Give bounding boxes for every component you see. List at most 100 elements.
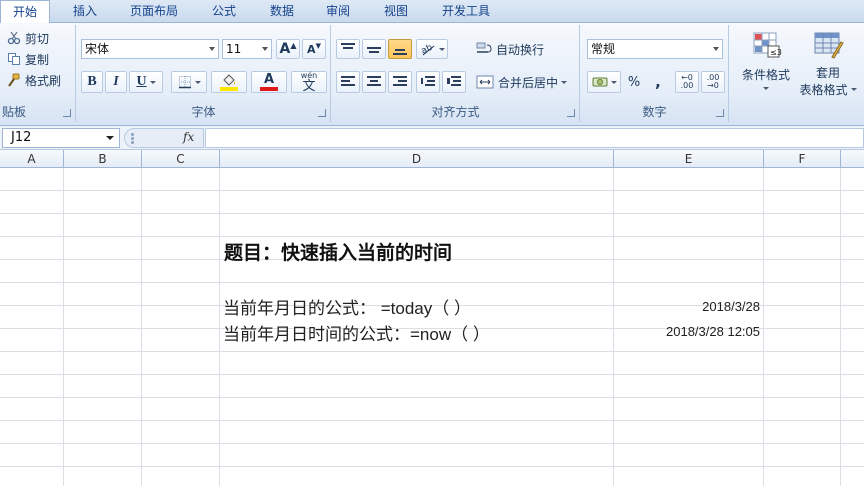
chevron-down-icon bbox=[438, 47, 445, 51]
table-format-label-2: 表格格式 bbox=[799, 83, 848, 97]
formula-input[interactable] bbox=[205, 128, 864, 148]
align-middle-button[interactable] bbox=[362, 39, 386, 59]
tab-data[interactable]: 数据 bbox=[258, 0, 306, 23]
today-value-cell[interactable]: 2018/3/28 bbox=[702, 299, 760, 314]
bold-button[interactable]: B bbox=[81, 71, 103, 93]
align-center-button[interactable] bbox=[362, 71, 386, 93]
number-dialog-launcher-icon[interactable] bbox=[716, 109, 724, 117]
bold-label: B bbox=[87, 74, 97, 89]
column-header-d[interactable]: D bbox=[220, 150, 614, 168]
chevron-down-icon bbox=[262, 47, 268, 51]
wrap-text-button[interactable]: 自动换行 bbox=[472, 39, 548, 59]
column-header-a[interactable]: A bbox=[0, 150, 64, 168]
now-value-cell[interactable]: 2018/3/28 12:05 bbox=[666, 324, 760, 339]
shrink-font-button[interactable]: A ▼ bbox=[302, 39, 326, 59]
decrease-decimal-button[interactable]: .00 →0 bbox=[701, 71, 725, 93]
orientation-button[interactable]: ab bbox=[416, 39, 448, 59]
percent-style-button[interactable]: % bbox=[623, 71, 645, 93]
cut-button[interactable]: 剪切 bbox=[4, 29, 52, 47]
chevron-down-icon bbox=[713, 47, 719, 51]
percent-label: % bbox=[627, 74, 641, 90]
svg-text:≤3: ≤3 bbox=[770, 48, 782, 57]
alignment-dialog-launcher-icon[interactable] bbox=[567, 109, 575, 117]
conditional-format-label: 条件格式 bbox=[741, 68, 790, 82]
accounting-format-button[interactable] bbox=[587, 71, 621, 93]
format-as-table-button[interactable]: 套用 表格格式 bbox=[792, 29, 864, 99]
font-dialog-launcher-icon[interactable] bbox=[318, 109, 326, 117]
column-header-e[interactable]: E bbox=[614, 150, 764, 168]
chevron-down-icon bbox=[763, 87, 769, 90]
font-size-select[interactable]: 11 bbox=[222, 39, 272, 59]
borders-button[interactable] bbox=[171, 71, 207, 93]
column-header-f[interactable]: F bbox=[764, 150, 841, 168]
formula-bar: J12 fx bbox=[0, 126, 864, 150]
font-name-select[interactable]: 宋体 bbox=[81, 39, 219, 59]
chevron-down-icon bbox=[209, 47, 215, 51]
italic-label: I bbox=[113, 74, 119, 89]
styles-group: ≤3 条件格式 套用 表格格式 bbox=[730, 25, 864, 122]
fill-color-button[interactable] bbox=[211, 71, 247, 93]
italic-button[interactable]: I bbox=[105, 71, 127, 93]
alignment-group: ab 自动换行 合并后居中 对齐方式 bbox=[332, 25, 580, 122]
chevron-down-icon bbox=[561, 80, 568, 84]
today-formula-label-cell[interactable]: 当前年月日的公式： =today（ ） bbox=[223, 294, 471, 319]
align-left-button[interactable] bbox=[336, 71, 360, 93]
currency-icon bbox=[592, 77, 607, 87]
font-color-button[interactable]: A bbox=[251, 71, 287, 93]
chevron-down-icon bbox=[149, 80, 156, 84]
phonetic-guide-button[interactable]: wén 文 bbox=[291, 71, 327, 93]
increase-decimal-button[interactable]: ←0.00 bbox=[675, 71, 699, 93]
decrease-indent-button[interactable] bbox=[416, 71, 440, 93]
tab-page-layout[interactable]: 页面布局 bbox=[118, 0, 190, 23]
merge-center-button[interactable]: 合并后居中 bbox=[472, 71, 571, 93]
tab-formulas[interactable]: 公式 bbox=[200, 0, 248, 23]
align-right-icon bbox=[393, 76, 407, 88]
align-right-button[interactable] bbox=[388, 71, 412, 93]
tab-view[interactable]: 视图 bbox=[372, 0, 420, 23]
column-header-c[interactable]: C bbox=[142, 150, 220, 168]
copy-button[interactable]: 复制 bbox=[4, 50, 52, 68]
sheet-title-cell[interactable]: 题目：快速插入当前的时间 bbox=[224, 238, 452, 265]
align-top-button[interactable] bbox=[336, 39, 360, 59]
increase-decimal-label: .00 bbox=[680, 81, 694, 90]
insert-function-icon[interactable]: fx bbox=[183, 130, 194, 144]
font-size-value: 11 bbox=[226, 42, 242, 56]
paint-bucket-icon bbox=[223, 73, 235, 86]
ribbon: 剪切 复制 格式刷 贴板 宋体 11 A ▲ A ▼ B I U A wén 文… bbox=[0, 23, 864, 126]
wrap-text-label: 自动换行 bbox=[496, 42, 545, 57]
now-formula-label-cell[interactable]: 当前年月日时间的公式：=now（ ） bbox=[223, 320, 490, 345]
tab-insert[interactable]: 插入 bbox=[60, 0, 110, 23]
scissors-icon bbox=[7, 31, 21, 45]
clipboard-dialog-launcher-icon[interactable] bbox=[63, 109, 71, 117]
comma-style-button[interactable]: , bbox=[647, 71, 669, 93]
shrink-arrow-icon: ▼ bbox=[315, 42, 321, 50]
wrap-text-icon bbox=[476, 42, 492, 53]
underline-button[interactable]: U bbox=[129, 71, 163, 93]
conditional-format-button[interactable]: ≤3 条件格式 bbox=[734, 29, 798, 99]
alignment-group-label: 对齐方式 bbox=[431, 105, 480, 119]
paintbrush-icon bbox=[8, 73, 20, 87]
worksheet-grid[interactable]: 题目：快速插入当前的时间 当前年月日的公式： =today（ ） 2018/3/… bbox=[0, 168, 864, 486]
table-format-label-1: 套用 bbox=[815, 66, 840, 80]
align-middle-icon bbox=[367, 43, 381, 55]
number-format-select[interactable]: 常规 bbox=[587, 39, 723, 59]
increase-indent-button[interactable] bbox=[442, 71, 466, 93]
clipboard-group: 剪切 复制 格式刷 贴板 bbox=[0, 25, 76, 122]
number-group: 常规 % , ←0.00 .00 →0 数字 bbox=[581, 25, 729, 122]
format-painter-label: 格式刷 bbox=[25, 73, 62, 88]
ribbon-tab-bar: 开始 插入 页面布局 公式 数据 审阅 视图 开发工具 bbox=[0, 0, 864, 24]
tab-developer[interactable]: 开发工具 bbox=[430, 0, 502, 23]
name-box[interactable]: J12 bbox=[2, 128, 120, 148]
decrease-indent-icon bbox=[421, 76, 435, 88]
format-painter-button[interactable]: 格式刷 bbox=[4, 71, 64, 89]
grow-font-label: A bbox=[279, 41, 291, 57]
column-header-b[interactable]: B bbox=[64, 150, 142, 168]
tab-review[interactable]: 审阅 bbox=[314, 0, 362, 23]
resize-grip-icon[interactable] bbox=[131, 137, 134, 140]
tab-home[interactable]: 开始 bbox=[0, 0, 50, 24]
chevron-down-icon bbox=[610, 80, 617, 84]
grow-font-button[interactable]: A ▲ bbox=[276, 39, 300, 59]
align-bottom-button[interactable] bbox=[388, 39, 412, 59]
copy-label: 复制 bbox=[25, 52, 50, 67]
font-color-letter: A bbox=[263, 72, 275, 87]
